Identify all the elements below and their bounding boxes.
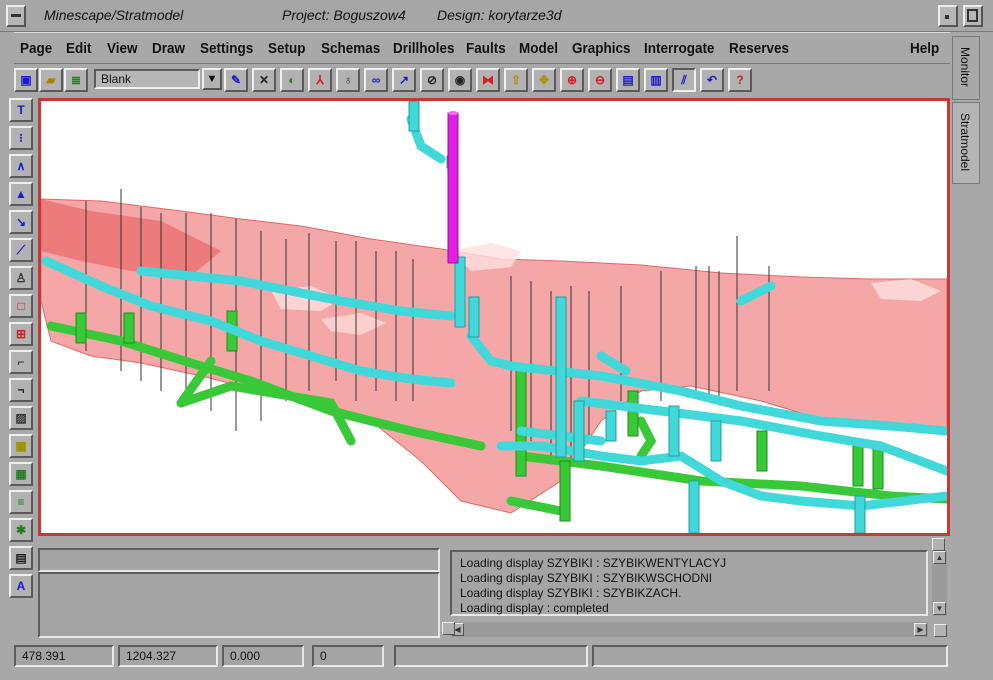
window-menu-button[interactable] xyxy=(6,5,26,27)
scroll-up-icon[interactable]: ▲ xyxy=(933,551,946,564)
section-icon[interactable]: ⫽ xyxy=(672,68,696,92)
menu-drillholes[interactable]: Drillholes xyxy=(393,41,454,57)
tab-stratmodel[interactable]: Stratmodel xyxy=(952,102,980,184)
menu-faults[interactable]: Faults xyxy=(466,41,506,57)
box-tool-icon[interactable]: □ xyxy=(9,294,33,318)
pdf-icon[interactable]: ⅄ xyxy=(308,68,332,92)
points-tool-icon[interactable]: ⁝ xyxy=(9,126,33,150)
lamp-icon[interactable]: ♁ xyxy=(336,68,360,92)
scroll-right-icon[interactable]: ▶ xyxy=(914,623,927,636)
status-field xyxy=(592,645,948,667)
text-tool-icon[interactable]: T xyxy=(9,98,33,122)
scroll-down-icon[interactable]: ▼ xyxy=(933,602,946,615)
status-field xyxy=(394,645,588,667)
step-down-tool-icon[interactable]: ¬ xyxy=(9,378,33,402)
pattern-tool-icon[interactable]: ▩ xyxy=(9,434,33,458)
log-horizontal-scrollbar[interactable]: ◀ ▶ xyxy=(450,622,928,637)
resize-corner-icon[interactable] xyxy=(934,624,947,637)
maximize-button[interactable] xyxy=(963,5,983,27)
menu-draw[interactable]: Draw xyxy=(152,41,185,57)
log-line: Loading display SZYBIKI : SZYBIKWSCHODNI xyxy=(460,571,713,585)
splitter-handle-icon[interactable] xyxy=(442,622,455,635)
model-viewport[interactable] xyxy=(38,98,952,536)
layer-select[interactable]: Blank xyxy=(94,69,200,89)
undo-icon[interactable]: ↶ xyxy=(700,68,724,92)
left-toolbar: T ⁝ ∧ ▲ ↘ ⟋ ♙ □ ⊞ ⌐ ¬ ▨ ▩ ▦ ≡ ✱ ▤ A xyxy=(6,96,36,606)
design-label: Design: korytarze3d xyxy=(437,7,562,23)
command-input[interactable] xyxy=(38,548,440,572)
log-line: Loading display SZYBIKI : SZYBIKWENTYLAC… xyxy=(460,556,727,570)
menu-help[interactable]: Help xyxy=(910,41,939,57)
pen-tool-icon[interactable]: A xyxy=(9,574,33,598)
message-area xyxy=(38,572,440,638)
status-count: 0 xyxy=(312,645,384,667)
open-folder-icon[interactable]: ▰ xyxy=(39,68,63,92)
project-label: Project: Boguszow4 xyxy=(282,7,406,23)
horizontal-split-icon[interactable]: ▤ xyxy=(616,68,640,92)
splitter-handle-icon[interactable] xyxy=(932,538,945,551)
menu-view[interactable]: View xyxy=(107,41,137,57)
menu-page[interactable]: Page xyxy=(20,41,52,57)
pan-icon[interactable]: ✥ xyxy=(532,68,556,92)
hatch-tool-icon[interactable]: ▨ xyxy=(9,406,33,430)
symbol-tool-icon[interactable]: ♙ xyxy=(9,266,33,290)
menu-model[interactable]: Model xyxy=(519,41,558,57)
open-display-icon[interactable]: ▣ xyxy=(14,68,38,92)
chevron-down-icon[interactable]: ▼ xyxy=(202,68,222,90)
cross-tool-icon[interactable]: ✕ xyxy=(252,68,276,92)
log-vertical-scrollbar[interactable]: ▲ ▼ xyxy=(932,550,947,616)
app-title: Minescape/Stratmodel xyxy=(44,7,184,23)
pencil-icon[interactable]: ✎ xyxy=(224,68,248,92)
fill-tool-icon[interactable]: ▲ xyxy=(9,182,33,206)
hide-eye-icon[interactable]: ⊘ xyxy=(420,68,444,92)
polyline-tool-icon[interactable]: ∧ xyxy=(9,154,33,178)
vertical-split-icon[interactable]: ▥ xyxy=(644,68,668,92)
status-z-coordinate: 0.000 xyxy=(222,645,304,667)
stratmodel-3d-scene xyxy=(40,100,952,534)
toolbar: ▣ ▰ ≣ Blank ▼ ✎ ✕ ◐ ⅄ ♁ ∞ ↗ ⊘ ◉ ⧓ ⇧ ✥ ⊕ … xyxy=(14,66,950,96)
document-tool-icon[interactable]: ▤ xyxy=(9,546,33,570)
status-x-coordinate: 478.391 xyxy=(14,645,114,667)
edit-line-tool-icon[interactable]: ⟋ xyxy=(9,238,33,262)
menu-bar: Page Edit View Draw Settings Setup Schem… xyxy=(14,32,950,64)
menu-graphics[interactable]: Graphics xyxy=(572,41,630,57)
zoom-out-icon[interactable]: ⊖ xyxy=(588,68,612,92)
pointer-icon[interactable]: ↗ xyxy=(392,68,416,92)
zoom-in-icon[interactable]: ⊕ xyxy=(560,68,584,92)
query-icon[interactable]: ? xyxy=(728,68,752,92)
menu-settings[interactable]: Settings xyxy=(200,41,253,57)
status-y-coordinate: 1204.327 xyxy=(118,645,218,667)
layers-icon[interactable]: ≣ xyxy=(64,68,88,92)
log-line: Loading display : completed xyxy=(460,601,609,615)
title-bar: Minescape/Stratmodel Project: Boguszow4 … xyxy=(0,0,993,32)
upload-icon[interactable]: ⇧ xyxy=(504,68,528,92)
step-tool-icon[interactable]: ⌐ xyxy=(9,350,33,374)
fit-icon[interactable]: ⧓ xyxy=(476,68,500,92)
minimize-button[interactable] xyxy=(938,5,958,27)
main-shaft xyxy=(447,112,459,264)
menu-interrogate[interactable]: Interrogate xyxy=(644,41,714,57)
grid-tool-icon[interactable]: ▦ xyxy=(9,462,33,486)
menu-setup[interactable]: Setup xyxy=(268,41,305,57)
tab-monitor[interactable]: Monitor xyxy=(952,36,980,100)
menu-schemas[interactable]: Schemas xyxy=(321,41,380,57)
star-tool-icon[interactable]: ✱ xyxy=(9,518,33,542)
rotate-icon[interactable]: ◐ xyxy=(280,68,304,92)
log-panel: Loading display SZYBIKI : SZYBIKWENTYLAC… xyxy=(450,550,928,616)
grid-lines-tool-icon[interactable]: ≡ xyxy=(9,490,33,514)
eye-icon[interactable]: ◉ xyxy=(448,68,472,92)
arrow-tool-icon[interactable]: ↘ xyxy=(9,210,33,234)
box-delete-tool-icon[interactable]: ⊞ xyxy=(9,322,33,346)
glasses-icon[interactable]: ∞ xyxy=(364,68,388,92)
menu-reserves[interactable]: Reserves xyxy=(729,41,789,57)
menu-edit[interactable]: Edit xyxy=(66,41,91,57)
log-line: Loading display SZYBIKI : SZYBIKZACH. xyxy=(460,586,682,600)
